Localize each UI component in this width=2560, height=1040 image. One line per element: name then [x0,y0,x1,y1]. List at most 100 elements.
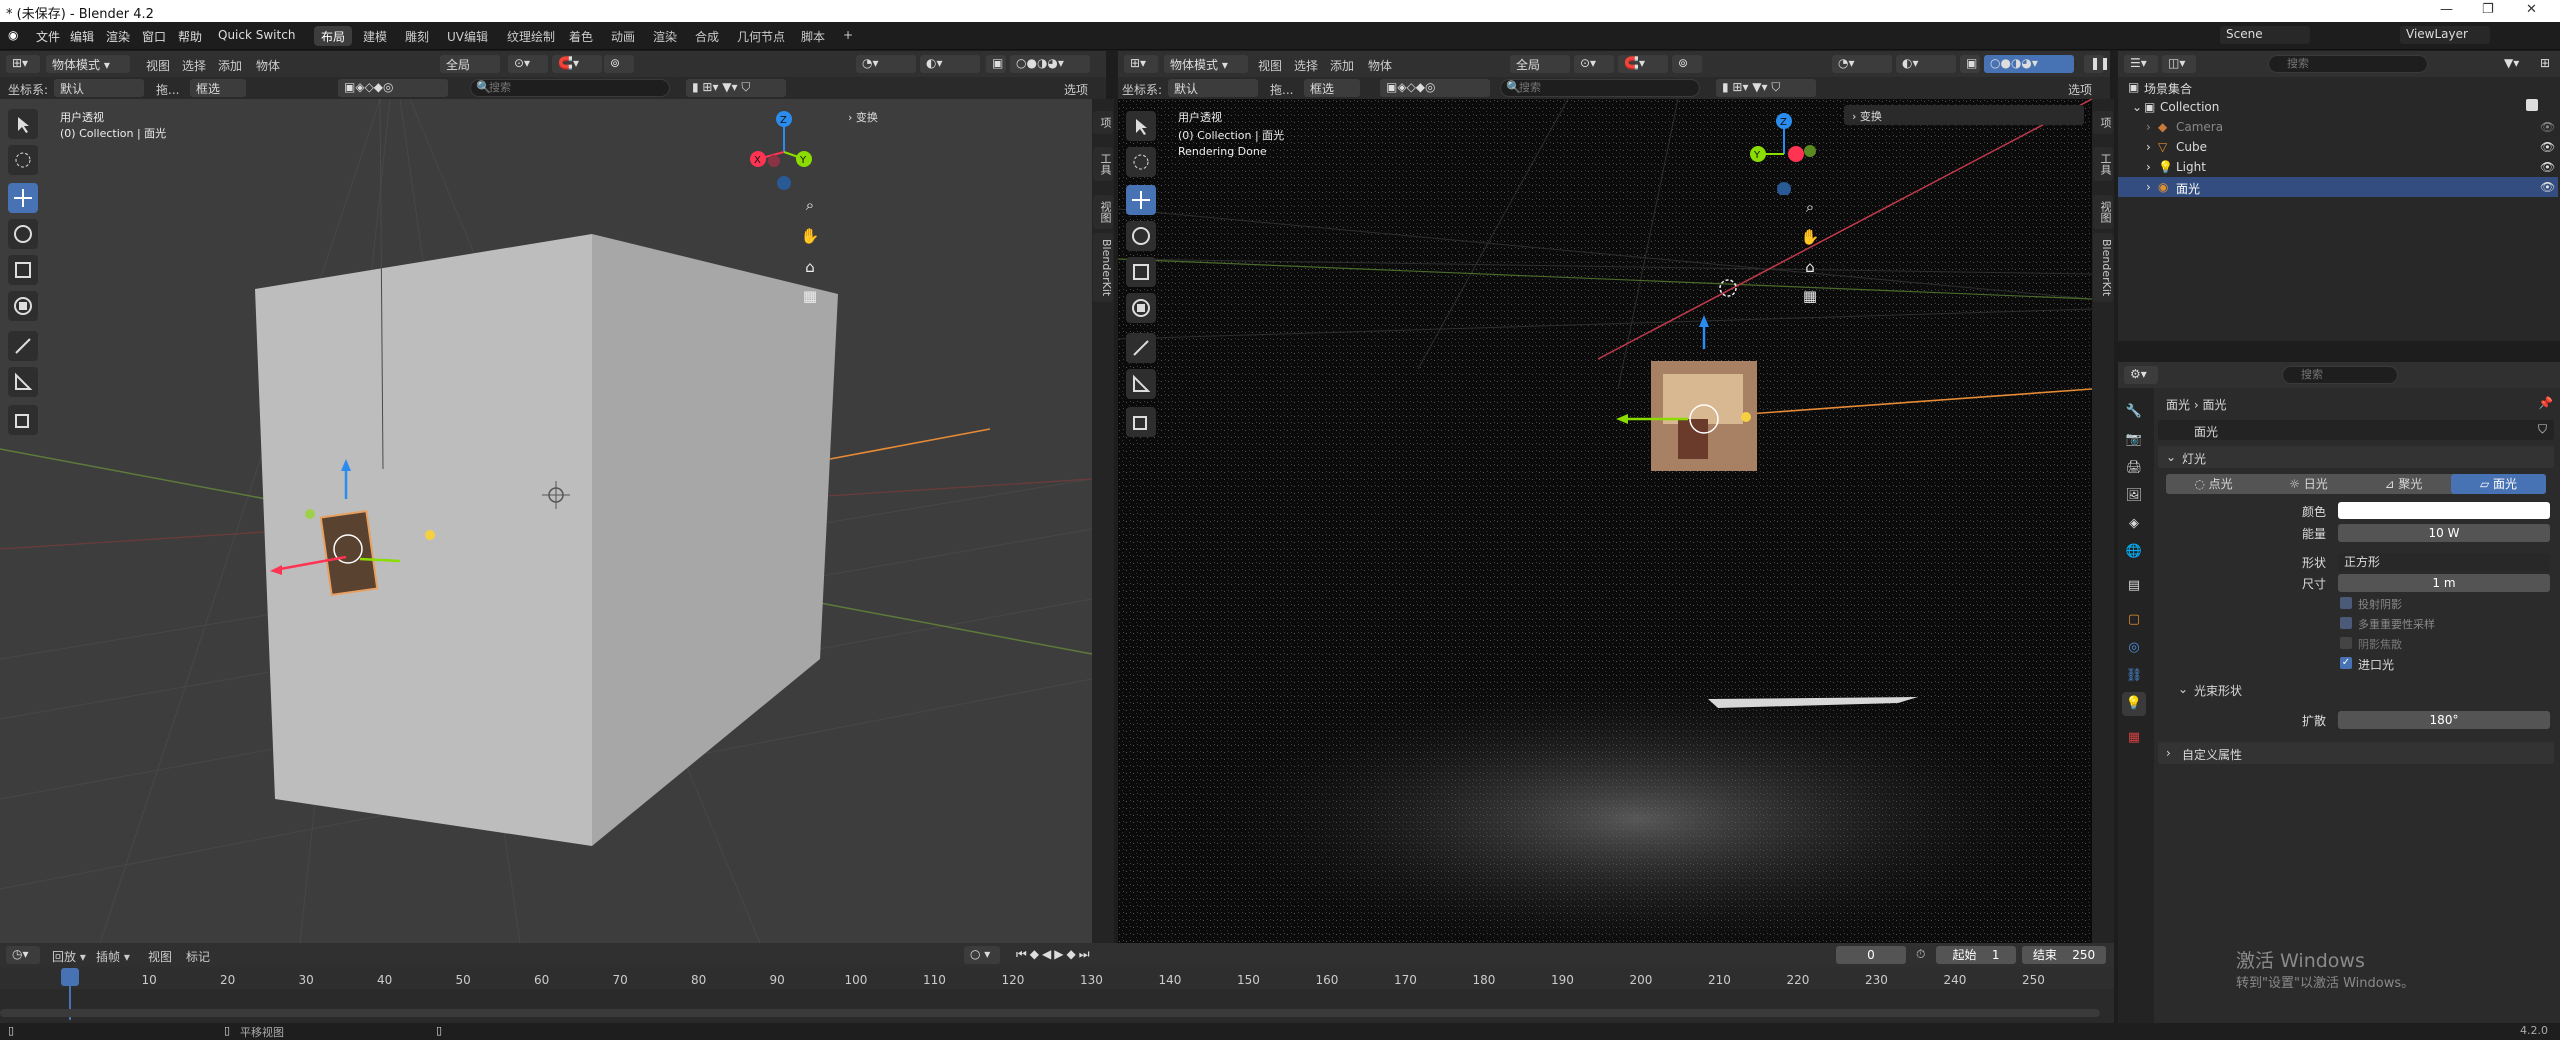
mode-selector[interactable]: 物体模式 ▾ [46,55,130,73]
outliner-item-area-light[interactable]: › ◉ 面光 👁 [2118,177,2558,197]
light-type-sun[interactable]: ☼ 日光 [2261,474,2356,494]
view-layer-selector[interactable]: ViewLayer [2400,26,2490,44]
start-frame-field[interactable]: 起始 1 [1936,946,2016,964]
measure-tool[interactable] [8,367,38,397]
xray-toggle[interactable]: ▣ [986,55,1006,73]
cursor-tool[interactable] [8,145,38,175]
panel-light-header[interactable]: ⌄ 灯光 [2158,446,2554,468]
navigation-gizmo[interactable]: Z X Y [744,107,824,193]
expand-chevron-icon[interactable]: ⌄ [2132,100,2142,114]
shading-mode-buttons[interactable]: ○●◑◕▾ [1984,55,2074,73]
workspace-tab-texture-paint[interactable]: 纹理绘制 [500,26,562,46]
marker-menu[interactable]: 标记 [186,948,210,965]
current-frame-field[interactable]: 0 [1836,946,1906,964]
physics-tab-icon[interactable]: ◎ [2122,636,2146,660]
frame-ruler[interactable]: 0102030405060708090100110120130140150160… [0,967,2114,989]
workspace-tab-rendering[interactable]: 渲染 [646,26,684,46]
object-menu[interactable]: 物体 [256,57,280,74]
transform-panel-toggle[interactable]: › 变换 [848,109,878,125]
playback-controls[interactable]: ⏮◆◀▶◆⏭ [1010,946,1120,964]
box-select-mode[interactable]: 框选 [190,79,246,97]
proportional-edit-button[interactable]: ⊚ [1672,55,1702,73]
coord-system-selector[interactable]: 默认 [1168,79,1258,97]
portal-row[interactable]: ✓ 进口光 [2166,654,2546,674]
xray-toggle[interactable]: ▣ [1960,55,1980,73]
expand-chevron-icon[interactable]: › [2146,160,2151,174]
light-type-point[interactable]: ◌ 点光 [2166,474,2261,494]
side-tab-tool[interactable]: 工具 [2093,147,2113,181]
portal-checkbox[interactable]: ✓ [2340,657,2352,669]
select-box-tool[interactable] [8,109,38,139]
filter-icon[interactable]: ▼▾ [2498,55,2532,73]
ortho-grid-icon[interactable]: ▦ [1797,283,1823,309]
pivot-point-button[interactable]: ⊙▾ [1574,55,1614,73]
annotate-tool[interactable] [1126,333,1156,363]
workspace-tab-geometry-nodes[interactable]: 几何节点 [730,26,792,46]
select-mode-icons[interactable]: ▣◈◇◆◎ [338,79,448,97]
scene-selector[interactable]: Scene [2220,26,2310,44]
right-rendered-viewport[interactable]: 用户透视 (0) Collection | 面光 Rendering Done … [1118,99,2092,943]
move-tool[interactable] [1126,185,1156,215]
mode-selector[interactable]: 物体模式 ▾ [1164,55,1248,73]
workspace-tab-scripting[interactable]: 脚本 [794,26,832,46]
outliner-item-camera[interactable]: › ◆ Camera 👁 [2118,117,2558,137]
workspace-tab-sculpt[interactable]: 雕刻 [398,26,436,46]
eye-icon[interactable]: 👁 [2540,160,2555,174]
options-dropdown[interactable]: 选项 [2068,81,2092,98]
add-cube-tool[interactable] [1126,407,1156,437]
view-menu[interactable]: 视图 [1258,57,1282,74]
add-menu[interactable]: 添加 [218,57,242,74]
menu-file[interactable]: 文件 [36,28,60,45]
scene-tab-icon[interactable]: ◈ [2122,512,2146,536]
gizmo-toggle[interactable]: ◔▾ [1832,55,1892,73]
outliner-item-light[interactable]: › 💡 Light 👁 [2118,157,2558,177]
zoom-icon[interactable]: ⌕ [797,192,823,218]
light-type-area[interactable]: ▱ 面光 [2451,474,2546,494]
end-frame-field[interactable]: 结束 250 [2022,946,2106,964]
maximize-icon[interactable]: ❐ [2482,2,2494,17]
outliner-scene-collection[interactable]: ▣ 场景集合 [2118,77,2558,97]
shadow-caustics-row[interactable]: 阴影焦散 [2166,634,2546,654]
side-tab-blenderkit[interactable]: BlenderKit [1093,233,1113,303]
cast-shadow-row[interactable]: 投射阴影 [2166,594,2546,614]
editor-type-button[interactable]: ☰▾ [2124,55,2158,73]
select-menu[interactable]: 选择 [182,57,206,74]
snap-button[interactable]: 🧲▾ [1618,55,1668,73]
transform-tool[interactable] [8,291,38,321]
light-type-spot[interactable]: ⊿ 聚光 [2356,474,2451,494]
workspace-tab-shading[interactable]: 着色 [562,26,600,46]
drag-label[interactable]: 拖... [1270,81,1293,98]
output-tab-icon[interactable]: 🖨 [2122,456,2146,480]
side-tab-item[interactable]: 项 [1093,111,1113,134]
camera-view-icon[interactable]: ⌂ [797,254,823,280]
display-mode-button[interactable]: ◫▾ [2162,55,2196,73]
menu-window[interactable]: 窗口 [142,28,166,45]
side-tab-tool[interactable]: 工具 [1093,147,1113,181]
rotate-tool[interactable] [8,219,38,249]
view-layer-tab-icon[interactable]: 🖼 [2122,484,2146,508]
view-menu[interactable]: 视图 [146,57,170,74]
side-tab-item[interactable]: 项 [2093,111,2113,134]
cast-shadow-checkbox[interactable] [2340,597,2352,609]
transform-orientation[interactable]: 全局 [1510,55,1570,73]
transform-tool[interactable] [1126,293,1156,323]
side-tab-view[interactable]: 视图 [1093,195,1113,229]
timeline-scrollbar[interactable] [0,1009,2100,1017]
snap-button[interactable]: 🧲▾ [552,55,602,73]
playback-menu[interactable]: 回放 ▾ [52,948,86,965]
move-tool[interactable] [8,183,38,213]
beam-shape-subpanel-header[interactable]: ⌄ 光束形状 [2174,680,2554,700]
camera-view-icon[interactable]: ⌂ [1797,254,1823,280]
constraints-tab-icon[interactable]: ⛓ [2122,664,2146,688]
exclude-checkbox[interactable] [2526,99,2538,111]
ortho-grid-icon[interactable]: ▦ [797,283,823,309]
custom-properties-header[interactable]: › 自定义属性 [2158,742,2554,764]
minimize-icon[interactable]: — [2440,2,2453,17]
select-mode-icons[interactable]: ▣◈◇◆◎ [1380,79,1490,97]
eye-icon[interactable]: 👁 [2540,140,2555,154]
fake-user-shield-icon[interactable]: ⛉ [2538,422,2547,437]
menu-edit[interactable]: 编辑 [70,28,94,45]
outliner-search-input[interactable] [2268,55,2428,73]
annotate-tool[interactable] [8,331,38,361]
select-box-tool[interactable] [1126,111,1156,141]
